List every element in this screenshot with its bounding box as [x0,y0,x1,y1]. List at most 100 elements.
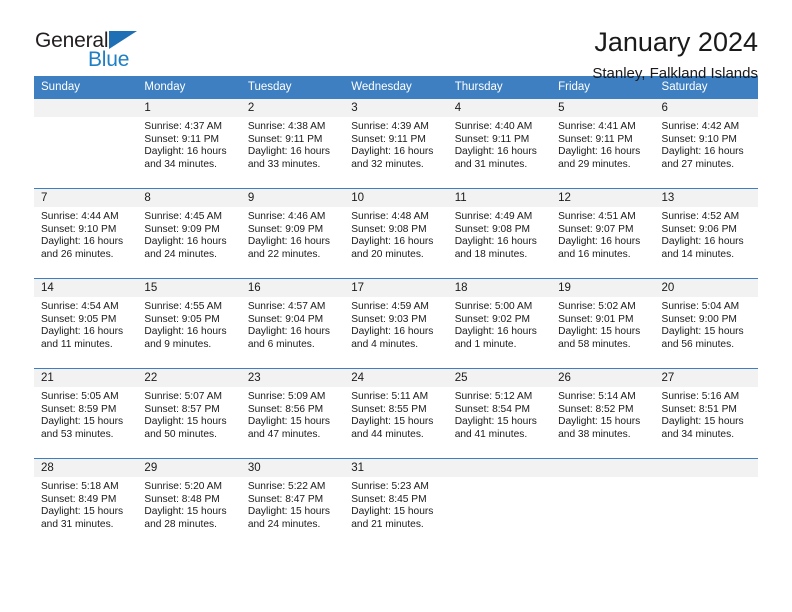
day-details: Sunrise: 4:40 AM Sunset: 9:11 PM Daylight:… [448,117,551,171]
daylight-text: Daylight: 16 hours and 26 minutes. [41,236,124,260]
daylight-text: Daylight: 15 hours and 21 minutes. [351,506,434,530]
sunset-text: Sunset: 9:09 PM [247,223,324,235]
sunrise-text: Sunrise: 4:49 AM [454,211,533,222]
calendar-day-cell-empty [654,458,758,549]
calendar-day-cell[interactable]: 8 Sunrise: 4:45 AM Sunset: 9:09 PM Daylight… [137,188,241,279]
daylight-text: Daylight: 16 hours and 32 minutes. [351,146,434,170]
daylight-text: Daylight: 16 hours and 16 minutes. [558,236,641,260]
sunrise-text: Sunrise: 5:11 AM [351,391,429,402]
calendar-day-cell[interactable]: 24 Sunrise: 5:11 AM Sunset: 8:55 PM Dayligh… [344,368,448,459]
calendar-day-cell[interactable]: 1 Sunrise: 4:37 AM Sunset: 9:11 PM Daylight… [137,98,241,189]
sunrise-text: Sunrise: 5:12 AM [454,391,533,402]
day-details: Sunrise: 4:39 AM Sunset: 9:11 PM Daylight:… [344,117,447,171]
calendar-day-cell[interactable]: 12 Sunrise: 4:51 AM Sunset: 9:07 PM Dayligh… [551,188,655,279]
daylight-text: Daylight: 16 hours and 22 minutes. [247,236,330,260]
day-details: Sunrise: 4:41 AM Sunset: 9:11 PM Daylight:… [551,117,654,171]
calendar-day-cell[interactable]: 27 Sunrise: 5:16 AM Sunset: 8:51 PM Dayligh… [654,368,758,459]
sunrise-text: Sunrise: 4:41 AM [558,121,636,132]
day-details: Sunrise: 5:05 AM Sunset: 8:59 PM Daylight:… [34,387,137,441]
calendar-day-cell[interactable]: 15 Sunrise: 4:55 AM Sunset: 9:05 PM Dayligh… [137,278,241,369]
sunset-text: Sunset: 8:57 PM [144,403,220,415]
calendar-day-cell[interactable]: 6 Sunrise: 4:42 AM Sunset: 9:10 PM Daylight… [654,98,758,189]
calendar-day-cell[interactable]: 13 Sunrise: 4:52 AM Sunset: 9:06 PM Dayligh… [654,188,758,279]
day-number: 11 [447,189,552,207]
sunrise-text: Sunrise: 4:59 AM [351,301,429,312]
daylight-text: Daylight: 16 hours and 27 minutes. [661,146,744,170]
day-details: Sunrise: 4:46 AM Sunset: 9:09 PM Daylight:… [241,207,344,261]
day-details: Sunrise: 5:07 AM Sunset: 8:57 PM Daylight:… [137,387,240,441]
calendar-day-cell[interactable]: 18 Sunrise: 5:00 AM Sunset: 9:02 PM Dayligh… [447,278,552,369]
calendar-day-cell[interactable]: 11 Sunrise: 4:49 AM Sunset: 9:08 PM Dayligh… [447,188,552,279]
calendar-day-cell[interactable]: 31 Sunrise: 5:23 AM Sunset: 8:45 PM Dayligh… [344,458,448,549]
day-details: Sunrise: 5:18 AM Sunset: 8:49 PM Daylight:… [34,477,137,531]
sunset-text: Sunset: 8:54 PM [454,403,531,415]
calendar-day-cell[interactable]: 19 Sunrise: 5:02 AM Sunset: 9:01 PM Dayligh… [551,278,655,369]
day-number: 18 [447,279,552,297]
day-details: Sunrise: 4:49 AM Sunset: 9:08 PM Daylight:… [448,207,551,261]
title-block: January 2024 Stanley, Falkland Islands [592,28,758,83]
day-number [34,99,138,117]
calendar-day-cell[interactable]: 26 Sunrise: 5:14 AM Sunset: 8:52 PM Dayligh… [551,368,655,459]
sunrise-text: Sunrise: 5:14 AM [558,391,636,402]
calendar-day-cell[interactable]: 14 Sunrise: 4:54 AM Sunset: 9:05 PM Dayligh… [34,278,138,369]
day-details: Sunrise: 4:54 AM Sunset: 9:05 PM Daylight:… [34,297,137,351]
sunset-text: Sunset: 9:08 PM [351,223,427,235]
sunrise-text: Sunrise: 4:57 AM [247,301,326,312]
calendar-day-cell[interactable]: 4 Sunrise: 4:40 AM Sunset: 9:11 PM Daylight… [447,98,552,189]
daylight-text: Daylight: 15 hours and 44 minutes. [351,416,434,440]
sunrise-text: Sunrise: 4:52 AM [661,211,740,222]
day-number: 10 [344,189,448,207]
calendar-day-cell[interactable]: 7 Sunrise: 4:44 AM Sunset: 9:10 PM Daylight… [34,188,138,279]
calendar-day-cell[interactable]: 22 Sunrise: 5:07 AM Sunset: 8:57 PM Dayligh… [137,368,241,459]
calendar-day-cell[interactable]: 25 Sunrise: 5:12 AM Sunset: 8:54 PM Dayligh… [447,368,552,459]
calendar-day-cell[interactable]: 10 Sunrise: 4:48 AM Sunset: 9:08 PM Dayligh… [344,188,448,279]
calendar-day-cell[interactable]: 5 Sunrise: 4:41 AM Sunset: 9:11 PM Daylight… [551,98,655,189]
sunrise-text: Sunrise: 4:44 AM [41,211,119,222]
sunrise-text: Sunrise: 4:38 AM [247,121,326,132]
calendar-day-cell[interactable]: 3 Sunrise: 4:39 AM Sunset: 9:11 PM Daylight… [344,98,448,189]
calendar-day-cell[interactable]: 23 Sunrise: 5:09 AM Sunset: 8:56 PM Dayligh… [240,368,345,459]
daylight-text: Daylight: 16 hours and 4 minutes. [351,326,434,350]
sunrise-text: Sunrise: 4:54 AM [41,301,119,312]
day-details: Sunrise: 4:45 AM Sunset: 9:09 PM Daylight:… [137,207,240,261]
calendar-page: General Blue January 2024 Stanley, Falkl… [0,0,792,612]
sunrise-text: Sunrise: 5:07 AM [144,391,223,402]
calendar-day-cell[interactable]: 17 Sunrise: 4:59 AM Sunset: 9:03 PM Dayligh… [344,278,448,369]
generalblue-logo[interactable]: General Blue [34,28,164,76]
day-number: 23 [240,369,345,387]
day-number: 1 [137,99,241,117]
calendar-day-cell[interactable]: 9 Sunrise: 4:46 AM Sunset: 9:09 PM Daylight… [240,188,345,279]
sunrise-text: Sunrise: 4:37 AM [144,121,223,132]
day-details: Sunrise: 5:12 AM Sunset: 8:54 PM Daylight:… [448,387,551,441]
day-number: 25 [447,369,552,387]
sunset-text: Sunset: 8:56 PM [247,403,324,415]
calendar-day-cell[interactable]: 2 Sunrise: 4:38 AM Sunset: 9:11 PM Daylight… [240,98,345,189]
calendar-day-cell-empty [447,458,552,549]
day-details: Sunrise: 5:14 AM Sunset: 8:52 PM Daylight:… [551,387,654,441]
day-number: 13 [654,189,758,207]
sunset-text: Sunset: 9:10 PM [661,133,737,145]
day-number: 21 [34,369,138,387]
calendar-day-cell[interactable]: 30 Sunrise: 5:22 AM Sunset: 8:47 PM Dayligh… [240,458,345,549]
calendar-day-cell[interactable]: 28 Sunrise: 5:18 AM Sunset: 8:49 PM Dayligh… [34,458,138,549]
day-details: Sunrise: 4:55 AM Sunset: 9:05 PM Daylight:… [137,297,240,351]
day-number [654,459,758,477]
sunrise-text: Sunrise: 4:55 AM [144,301,223,312]
day-details: Sunrise: 5:20 AM Sunset: 8:48 PM Daylight:… [137,477,240,531]
daylight-text: Daylight: 15 hours and 58 minutes. [558,326,641,350]
calendar-day-cell[interactable]: 29 Sunrise: 5:20 AM Sunset: 8:48 PM Dayligh… [137,458,241,549]
page-header: General Blue January 2024 Stanley, Falkl… [34,0,758,83]
day-number: 30 [240,459,345,477]
sunrise-text: Sunrise: 4:51 AM [558,211,636,222]
sunrise-text: Sunrise: 4:45 AM [144,211,223,222]
calendar-day-cell[interactable]: 21 Sunrise: 5:05 AM Sunset: 8:59 PM Dayligh… [34,368,138,459]
calendar-day-cell[interactable]: 20 Sunrise: 5:04 AM Sunset: 9:00 PM Dayligh… [654,278,758,369]
day-number: 5 [551,99,655,117]
day-number: 24 [344,369,448,387]
day-details: Sunrise: 4:57 AM Sunset: 9:04 PM Daylight:… [241,297,344,351]
sunrise-text: Sunrise: 5:02 AM [558,301,636,312]
calendar-day-cell[interactable]: 16 Sunrise: 4:57 AM Sunset: 9:04 PM Dayligh… [240,278,345,369]
sunset-text: Sunset: 9:08 PM [454,223,531,235]
day-number: 16 [240,279,345,297]
sunset-text: Sunset: 8:51 PM [661,403,737,415]
